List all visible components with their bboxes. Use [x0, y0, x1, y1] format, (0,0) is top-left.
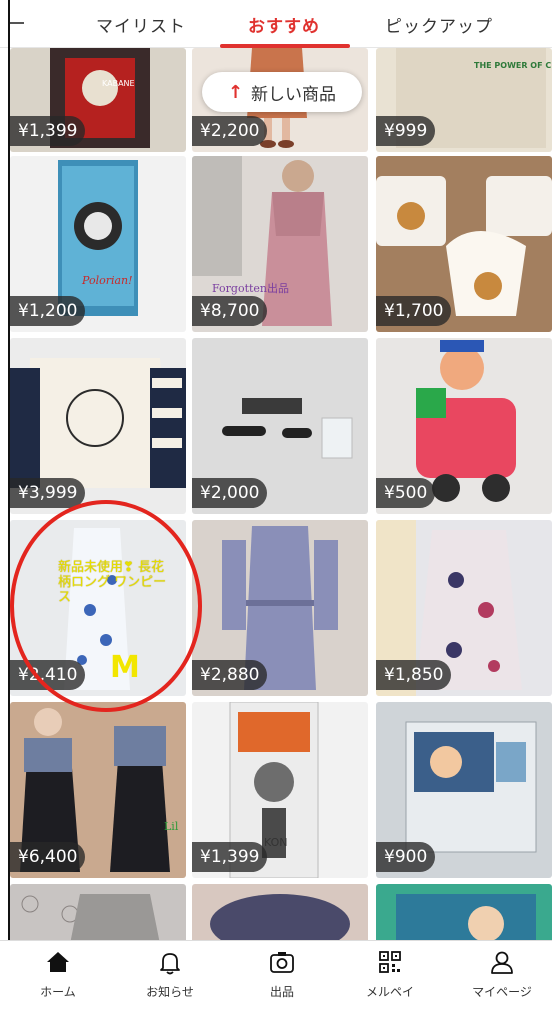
product-tile[interactable]: ¥500 — [376, 338, 552, 514]
price-tag: ¥2,200 — [192, 116, 268, 146]
price-tag: ¥500 — [376, 478, 436, 508]
price-tag: ¥1,399 — [10, 116, 86, 146]
back-dash — [8, 22, 24, 24]
product-tile[interactable]: ¥3,999 — [10, 338, 186, 514]
new-items-button[interactable]: ↑ 新しい商品 — [202, 72, 362, 112]
bell-icon — [160, 953, 180, 975]
active-tab-indicator — [220, 44, 350, 48]
product-image-lace-knit — [10, 884, 186, 944]
product-image-cushion — [192, 884, 368, 944]
price-tag: ¥2,000 — [192, 478, 268, 508]
price-tag: ¥1,700 — [376, 296, 452, 326]
qr-code-icon — [379, 951, 401, 973]
arrow-up-icon: ↑ — [227, 81, 244, 103]
price-tag: ¥2,880 — [192, 660, 268, 690]
price-tag: ¥900 — [376, 842, 436, 872]
caption-kabane: KABANE — [102, 79, 135, 88]
price-tag: ¥999 — [376, 116, 436, 146]
top-tab-bar: マイリスト おすすめ ピックアップ — [0, 0, 552, 48]
price-tag: ¥1,200 — [10, 296, 86, 326]
nav-notifications[interactable]: お知らせ — [120, 949, 220, 1000]
product-tile[interactable]: Polorian! ¥1,200 — [10, 156, 186, 332]
nav-merpay[interactable]: メルペイ — [340, 949, 440, 1000]
product-tile[interactable]: Forgotten出品 ¥8,700 — [192, 156, 368, 332]
price-tag: ¥2,410 — [10, 660, 86, 690]
product-tile[interactable]: ¥1,700 — [376, 156, 552, 332]
price-tag: ¥1,850 — [376, 660, 452, 690]
product-tile[interactable]: ¥2,000 — [192, 338, 368, 514]
product-tile[interactable]: ¥2,410 — [10, 520, 186, 696]
caption-tote: THE POWER OF CLOTHING — [474, 61, 552, 70]
product-tile[interactable]: KABANE ¥1,399 — [10, 48, 186, 152]
svg-text:Polorian!: Polorian! — [81, 274, 133, 287]
product-image-hero-pillow — [376, 884, 552, 944]
product-tile[interactable]: KON ¥1,399 — [192, 702, 368, 878]
price-tag: ¥3,999 — [10, 478, 86, 508]
product-tile[interactable]: THE POWER OF CLOTHING ¥999 — [376, 48, 552, 152]
tab-recommended[interactable]: おすすめ — [248, 12, 320, 37]
caption-forgotten: Forgotten出品 — [212, 282, 290, 295]
home-icon — [47, 952, 69, 972]
price-tag: ¥8,700 — [192, 296, 268, 326]
nav-home[interactable]: ホーム — [8, 949, 108, 1000]
product-tile[interactable]: ¥2,880 — [192, 520, 368, 696]
product-tile[interactable]: Lil ¥6,400 — [10, 702, 186, 878]
nav-mypage[interactable]: マイページ — [452, 949, 552, 1000]
nav-sell[interactable]: 出品 — [232, 949, 332, 1000]
product-tile[interactable]: ¥1,850 — [376, 520, 552, 696]
caption-kon: KON — [264, 836, 288, 849]
tab-mylist[interactable]: マイリスト — [96, 12, 186, 37]
product-tile[interactable] — [192, 884, 368, 944]
caption-lil: Lil — [164, 820, 179, 833]
bottom-navigation: ホーム お知らせ 出品 メルペイ マイページ — [0, 940, 552, 1016]
product-tile[interactable]: ¥900 — [376, 702, 552, 878]
product-overlay-description: 新品未使用❣ 長花柄ロング ワンピース — [58, 560, 167, 605]
camera-icon — [270, 952, 294, 973]
price-tag: ¥1,399 — [192, 842, 268, 872]
tab-pickup[interactable]: ピックアップ — [385, 12, 493, 37]
new-items-label: 新しい商品 — [251, 84, 337, 105]
product-tile[interactable] — [376, 884, 552, 944]
price-tag: ¥6,400 — [10, 842, 86, 872]
product-tile[interactable] — [10, 884, 186, 944]
product-overlay-size: M — [110, 650, 140, 685]
left-border — [8, 0, 10, 1016]
person-icon — [491, 951, 513, 974]
